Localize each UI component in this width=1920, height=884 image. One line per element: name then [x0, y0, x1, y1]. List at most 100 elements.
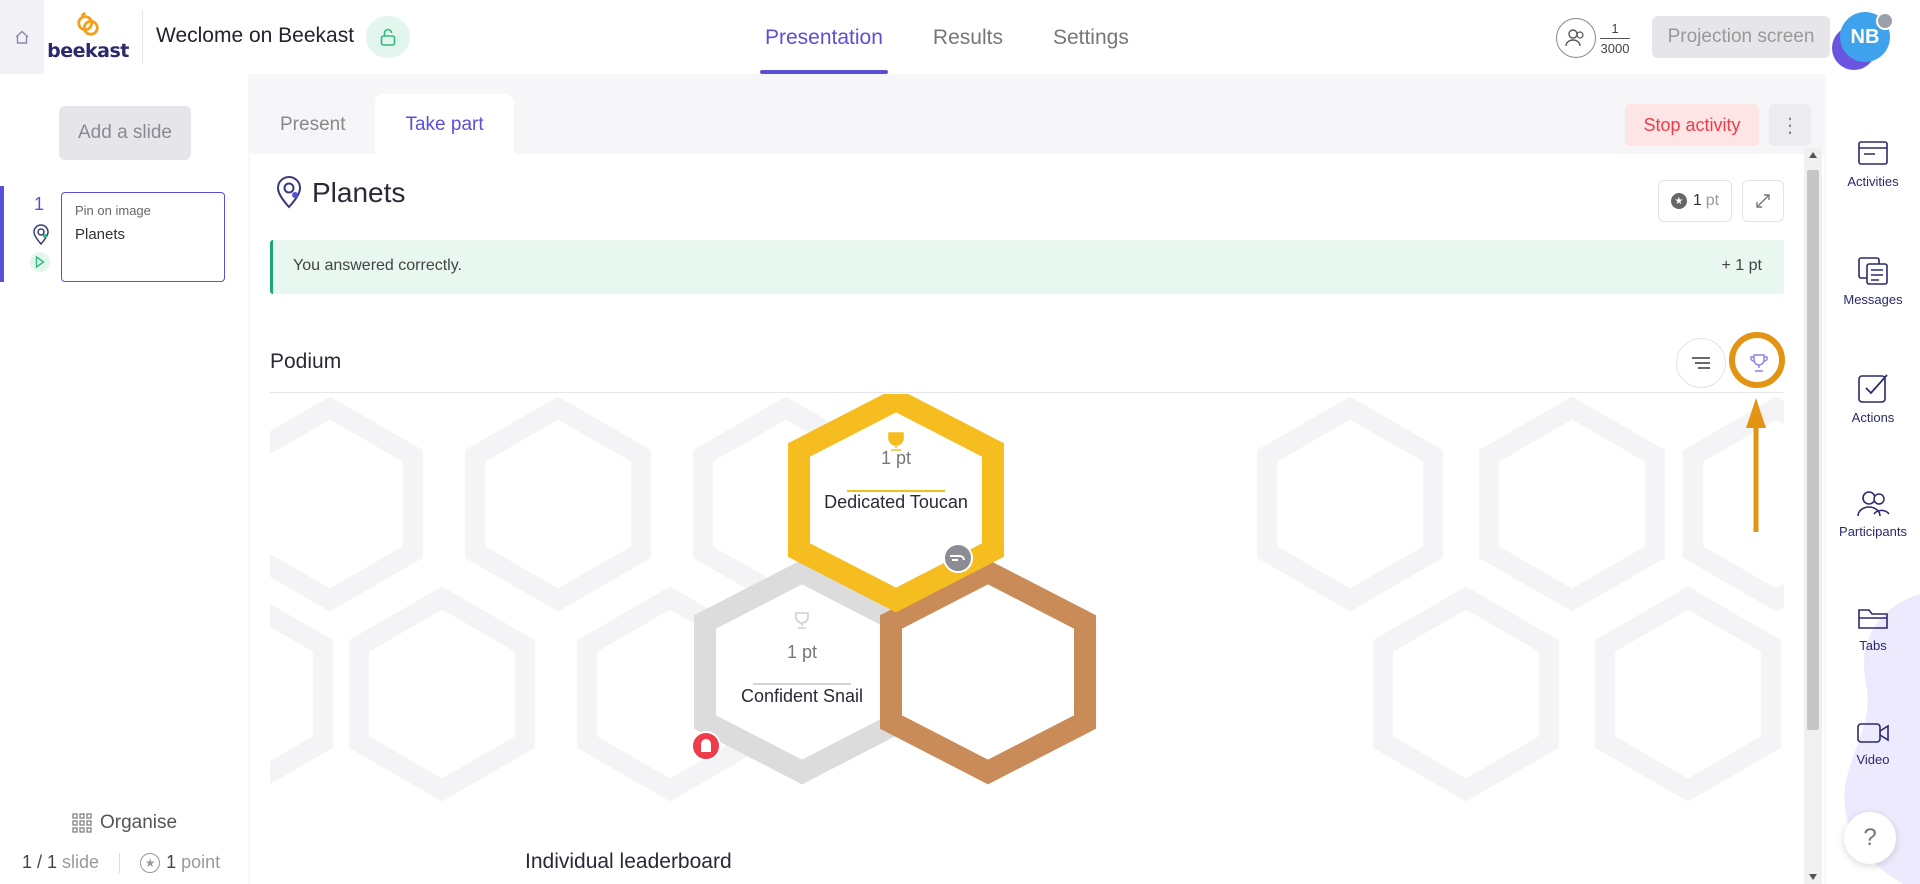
star-icon: ★	[140, 852, 161, 873]
feedback-points: + 1 pt	[1721, 257, 1762, 274]
fraction-line	[1600, 37, 1630, 39]
help-button[interactable]: ?	[1844, 812, 1896, 864]
sidebar-item-label: Actions	[1851, 410, 1895, 425]
scroll-down-arrow[interactable]	[1809, 874, 1817, 880]
participants-icon	[1556, 18, 1596, 58]
podium-heading: Podium	[270, 350, 342, 373]
annotation-circle	[1729, 332, 1785, 388]
tab-settings[interactable]: Settings	[1028, 0, 1154, 74]
stats-divider	[119, 852, 121, 873]
more-options-button[interactable]: ⋮	[1769, 104, 1811, 146]
header-divider	[142, 10, 143, 64]
presentation-title[interactable]: Weclome on Beekast	[156, 24, 354, 48]
slide-stats: 1 / 1 slide ★ 1 point	[22, 852, 220, 873]
sidebar-item-label: Tabs	[1859, 638, 1887, 653]
star-icon: ★	[1670, 193, 1687, 209]
projection-screen-button[interactable]: Projection screen	[1652, 16, 1830, 58]
podium-third	[880, 559, 1096, 785]
organise-label: Organise	[100, 812, 178, 833]
sidebar-item-participants[interactable]: Participants	[1826, 488, 1920, 539]
participants-max: 3000	[1600, 40, 1630, 56]
activity-panel: Present Take part Stop activity ⋮ Planet…	[250, 94, 1824, 884]
participants-current: 1	[1611, 20, 1619, 36]
slide-active-indicator	[0, 186, 4, 282]
slide-word: slide	[62, 852, 100, 872]
tabs-icon	[1858, 609, 1888, 629]
sidebar-item-actions[interactable]: Actions	[1826, 372, 1920, 425]
actions-icon	[1858, 374, 1888, 403]
feedback-banner: You answered correctly. + 1 pt	[270, 240, 1784, 294]
points-button[interactable]: ★ 1 pt	[1658, 180, 1732, 222]
slide-number: 1	[34, 194, 45, 214]
points-value: 1	[1692, 192, 1702, 209]
main-nav: Presentation Results Settings	[740, 0, 1154, 74]
user-menu[interactable]: NB	[1832, 12, 1894, 72]
expand-icon	[1756, 194, 1770, 208]
podium-graphic	[270, 394, 1784, 884]
stop-activity-button[interactable]: Stop activity	[1625, 104, 1759, 146]
podium-divider	[270, 392, 1784, 393]
first-name: Dedicated Toucan	[824, 492, 968, 512]
sidebar-item-activities[interactable]: Activities	[1826, 140, 1920, 189]
leaderboard-heading: Individual leaderboard	[525, 850, 732, 873]
beekast-logo[interactable]: beekast	[47, 12, 129, 62]
home-button[interactable]	[0, 0, 44, 74]
list-view-button[interactable]	[1676, 338, 1726, 388]
activity-header: Planets	[274, 176, 405, 210]
sidebar-item-label: Messages	[1843, 292, 1903, 307]
sidebar-item-tabs[interactable]: Tabs	[1826, 604, 1920, 653]
activity-title: Planets	[312, 177, 406, 208]
points-count: 1	[166, 852, 177, 872]
organise-button[interactable]: Organise	[72, 812, 177, 834]
participant-fraction: 1 3000	[1600, 21, 1630, 56]
slides-sidebar: Add a slide 1 Pin on image Planets Organ…	[0, 74, 248, 884]
home-icon	[15, 30, 29, 44]
panel-scrollbar[interactable]	[1804, 148, 1822, 884]
slide-card[interactable]: Pin on image Planets	[61, 192, 225, 282]
list-icon	[1692, 357, 1710, 369]
pin-on-image-icon	[31, 224, 51, 251]
lock-button[interactable]	[366, 16, 410, 58]
second-name: Confident Snail	[740, 686, 864, 706]
fullscreen-button[interactable]	[1742, 180, 1784, 222]
logo-text: beekast	[47, 40, 129, 62]
sidebar-item-label: Video	[1856, 752, 1890, 767]
participant-counter[interactable]: 1 3000	[1556, 18, 1630, 58]
feedback-text: You answered correctly.	[293, 257, 462, 274]
slide-type: Pin on image	[75, 203, 151, 218]
second-avatar	[691, 731, 721, 761]
grid-icon	[72, 813, 92, 833]
first-avatar	[943, 543, 973, 573]
tab-presentation[interactable]: Presentation	[740, 0, 908, 74]
first-points: 1 pt	[880, 448, 912, 468]
tab-present[interactable]: Present	[250, 94, 376, 154]
sidebar-item-video[interactable]: Video	[1826, 720, 1920, 767]
slide-count: 1 / 1	[22, 852, 58, 872]
second-points: 1 pt	[786, 642, 818, 662]
avatar-badge	[1876, 12, 1894, 30]
points-unit: pt	[1705, 192, 1720, 209]
slide-name: Planets	[75, 226, 126, 243]
video-icon	[1857, 723, 1889, 743]
tools-sidebar: Activities Messages Actions Participants…	[1826, 74, 1920, 884]
beekast-logo-icon	[77, 12, 99, 36]
participants-icon	[1857, 491, 1890, 517]
sidebar-item-label: Activities	[1847, 174, 1899, 189]
scroll-up-arrow[interactable]	[1809, 152, 1817, 158]
panel-tabs: Present Take part	[250, 94, 514, 154]
activities-icon	[1858, 141, 1888, 165]
podium-second	[694, 559, 910, 785]
scroll-thumb[interactable]	[1807, 170, 1819, 730]
more-vertical-icon: ⋮	[1780, 114, 1800, 137]
add-slide-button[interactable]: Add a slide	[59, 106, 191, 160]
pin-on-image-icon	[276, 176, 302, 209]
play-icon[interactable]	[30, 252, 50, 272]
tab-take-part[interactable]: Take part	[375, 94, 514, 154]
unlock-icon	[380, 28, 396, 46]
sidebar-item-messages[interactable]: Messages	[1826, 256, 1920, 307]
podium-area: 1 pt Dedicated Toucan 1 pt Confident Sna…	[270, 394, 1784, 884]
tab-results[interactable]: Results	[908, 0, 1028, 74]
slide-item[interactable]: 1 Pin on image Planets	[0, 186, 248, 282]
annotation-arrow	[1746, 398, 1766, 532]
points-word: point	[181, 852, 221, 872]
